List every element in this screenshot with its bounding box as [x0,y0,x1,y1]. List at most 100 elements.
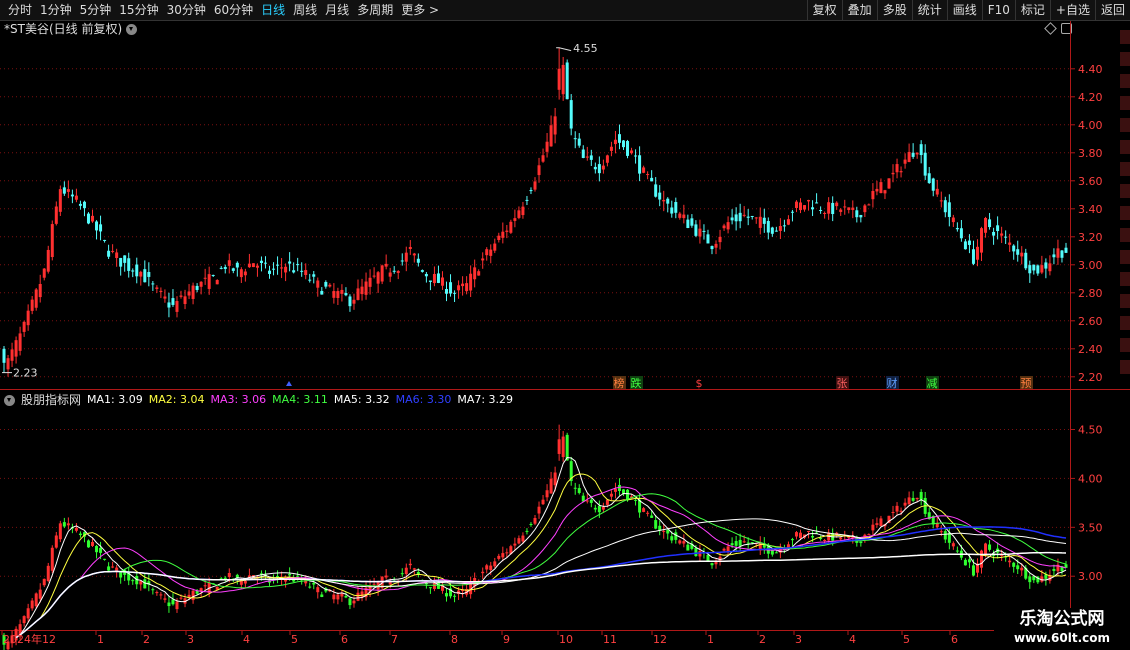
indicator-candle-body [352,600,356,604]
indicator-candle-body [553,472,557,486]
main-candle-body [887,178,891,189]
main-candle-body [215,280,219,285]
main-candle-body [823,212,827,214]
main-candle-body [453,292,457,294]
main-candle-body [871,191,875,200]
main-candle-body [907,151,911,163]
indicator-candle-body [565,434,569,461]
indicator-candle-body [356,592,360,601]
indicator-candle-body [984,543,988,554]
main-candle-body [710,246,714,250]
main-candle-body [34,289,38,308]
indicator-candle-body [726,546,730,552]
main-candle-body [95,221,99,231]
main-candle-body [698,228,702,237]
indicator-candle-body [103,558,107,560]
main-candle-body [159,290,163,292]
indicator-candle-body [951,543,955,547]
main-candle-body [1004,236,1008,238]
main-candle-body [1052,254,1056,258]
indicator-candle-body [336,594,340,600]
indicator-candle-body [545,490,549,498]
indicator-candle-body [722,548,726,551]
main-candle-body [135,264,139,277]
main-candle-body [163,296,167,299]
indicator-candle-body [151,589,155,591]
indicator-candle-body [875,523,879,525]
indicator-candle-body [634,499,638,501]
main-candle-body [722,225,726,229]
main-candle-body [445,288,449,294]
main-candle-body [1060,250,1064,258]
indicator-candle-body [58,523,62,540]
indicator-candle-body [790,539,794,541]
main-candle-body [412,253,416,256]
main-candle-body [251,263,255,268]
main-candle-body [103,239,107,241]
main-candle-body [984,218,988,233]
indicator-candle-body [666,530,670,534]
main-candle-body [867,204,871,206]
main-candle-body [923,152,927,176]
indicator-candle-body [670,536,674,541]
main-candle-body [774,230,778,232]
main-y-tick-label: 3.60 [1078,175,1103,188]
ma-line-6 [15,526,1067,639]
indicator-candle-body [911,497,915,501]
main-y-tick-label: 3.40 [1078,203,1103,216]
main-y-tick-label: 4.00 [1078,119,1103,132]
indicator-candle-body [292,579,296,582]
main-candle-body [352,299,356,304]
indicator-candle-body [481,571,485,574]
main-candle-body [959,228,963,239]
main-candle-body [630,150,634,154]
main-candle-body [718,236,722,243]
main-candle-body [82,201,86,209]
main-candle-body [782,225,786,227]
indicator-candle-body [742,541,746,543]
side-panel-glyph [1120,140,1130,154]
main-candle-body [296,264,300,266]
main-candle-body [815,202,819,204]
indicator-candle-body [276,576,280,578]
main-candle-body [581,149,585,158]
main-candle-body [1048,263,1052,272]
main-candle-body [115,252,119,259]
main-candle-body [931,178,935,191]
main-candle-body [404,252,408,262]
indicator-candle-body [348,598,352,606]
side-panel-glyph [1120,118,1130,132]
main-candle-body [766,220,770,233]
indicator-candle-body [899,510,903,512]
main-y-tick-label: 4.20 [1078,91,1103,104]
main-candle-body [694,224,698,236]
indicator-candle-body [91,542,95,546]
indicator-candle-body [445,593,449,597]
main-candle-body [553,116,557,135]
main-candle-body [179,295,183,297]
main-candle-body [762,217,766,224]
event-marker: 财 [887,376,898,390]
high-marker-line [556,47,572,52]
main-candle-body [187,291,191,296]
main-candle-body [597,164,601,174]
main-candle-body [963,241,967,250]
main-candle-body [54,206,58,224]
main-candle-body [348,296,352,307]
main-candle-body [895,164,899,173]
indicator-candle-body [34,593,38,607]
main-candle-body [634,155,638,157]
main-candle-body [1056,248,1060,258]
main-candle-body [646,174,650,176]
main-candle-body [284,266,288,273]
main-candle-body [1024,252,1028,269]
main-candle-body [662,199,666,202]
main-candle-body [505,230,509,232]
main-candle-body [561,64,565,95]
main-candle-body [609,146,613,151]
main-y-tick-label: 3.80 [1078,147,1103,160]
main-y-tick-label: 2.40 [1078,343,1103,356]
ma-line-1 [15,456,1067,639]
indicator-candle-body [372,583,376,585]
indicator-candle-body [159,594,163,596]
